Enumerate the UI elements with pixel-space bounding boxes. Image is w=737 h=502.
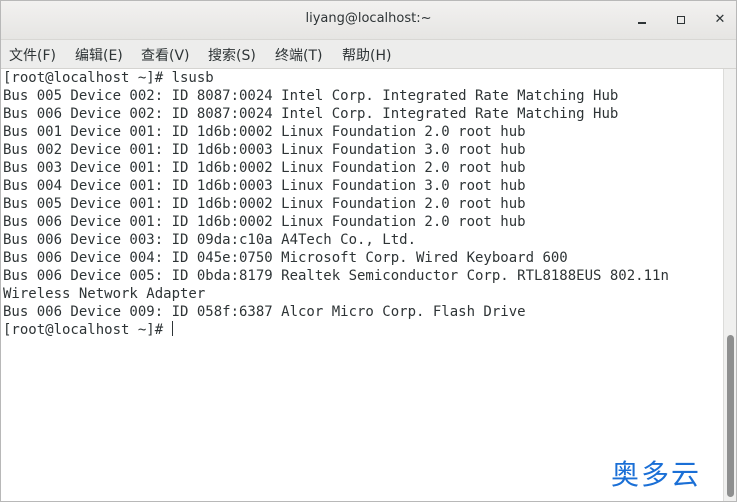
scrollbar-thumb[interactable] xyxy=(727,335,734,497)
title-bar[interactable]: liyang@localhost:~ ✕ xyxy=(1,1,736,40)
menu-search[interactable]: 搜索(S) xyxy=(208,45,256,65)
terminal-line: Bus 006 Device 005: ID 0bda:8179 Realtek… xyxy=(3,268,669,284)
menu-help[interactable]: 帮助(H) xyxy=(342,45,391,65)
terminal-line: Bus 005 Device 001: ID 1d6b:0002 Linux F… xyxy=(3,196,526,212)
terminal-line: Bus 006 Device 009: ID 058f:6387 Alcor M… xyxy=(3,304,526,320)
menu-file[interactable]: 文件(F) xyxy=(9,45,56,65)
watermark-logo: 奥多云 xyxy=(611,458,702,491)
terminal-line: Bus 006 Device 003: ID 09da:c10a A4Tech … xyxy=(3,232,417,248)
terminal-window: liyang@localhost:~ ✕ 文件(F) 编辑(E) 查看(V) 搜… xyxy=(0,0,737,502)
maximize-icon xyxy=(677,16,685,24)
window-title: liyang@localhost:~ xyxy=(305,11,432,26)
terminal-line: Bus 001 Device 001: ID 1d6b:0002 Linux F… xyxy=(3,124,526,140)
menu-edit[interactable]: 编辑(E) xyxy=(75,45,123,65)
menu-terminal[interactable]: 终端(T) xyxy=(275,45,322,65)
terminal-line: Bus 005 Device 002: ID 8087:0024 Intel C… xyxy=(3,88,619,104)
close-icon: ✕ xyxy=(714,12,726,27)
menu-view[interactable]: 查看(V) xyxy=(141,45,190,65)
terminal-line: Bus 006 Device 002: ID 8087:0024 Intel C… xyxy=(3,106,619,122)
minimize-icon xyxy=(638,22,646,24)
terminal-line: Bus 006 Device 004: ID 045e:0750 Microso… xyxy=(3,250,568,266)
maximize-button[interactable] xyxy=(671,10,691,30)
terminal-line: Bus 006 Device 001: ID 1d6b:0002 Linux F… xyxy=(3,214,526,230)
terminal-line-prompt: [root@localhost ~]# lsusb xyxy=(3,70,214,86)
minimize-button[interactable] xyxy=(632,10,652,30)
menu-bar: 文件(F) 编辑(E) 查看(V) 搜索(S) 终端(T) 帮助(H) xyxy=(1,40,736,69)
terminal-line: Bus 003 Device 001: ID 1d6b:0002 Linux F… xyxy=(3,160,526,176)
terminal-output[interactable]: [root@localhost ~]# lsusb Bus 005 Device… xyxy=(1,69,723,501)
terminal-line: Wireless Network Adapter xyxy=(3,286,206,302)
vertical-scrollbar[interactable] xyxy=(723,69,736,501)
text-cursor xyxy=(171,321,173,336)
terminal-line: Bus 002 Device 001: ID 1d6b:0003 Linux F… xyxy=(3,142,526,158)
close-button[interactable]: ✕ xyxy=(710,10,730,30)
prompt-text: [root@localhost ~]# xyxy=(3,322,172,338)
terminal-line: Bus 004 Device 001: ID 1d6b:0003 Linux F… xyxy=(3,178,526,194)
terminal-line-prompt-active[interactable]: [root@localhost ~]# xyxy=(3,321,173,339)
